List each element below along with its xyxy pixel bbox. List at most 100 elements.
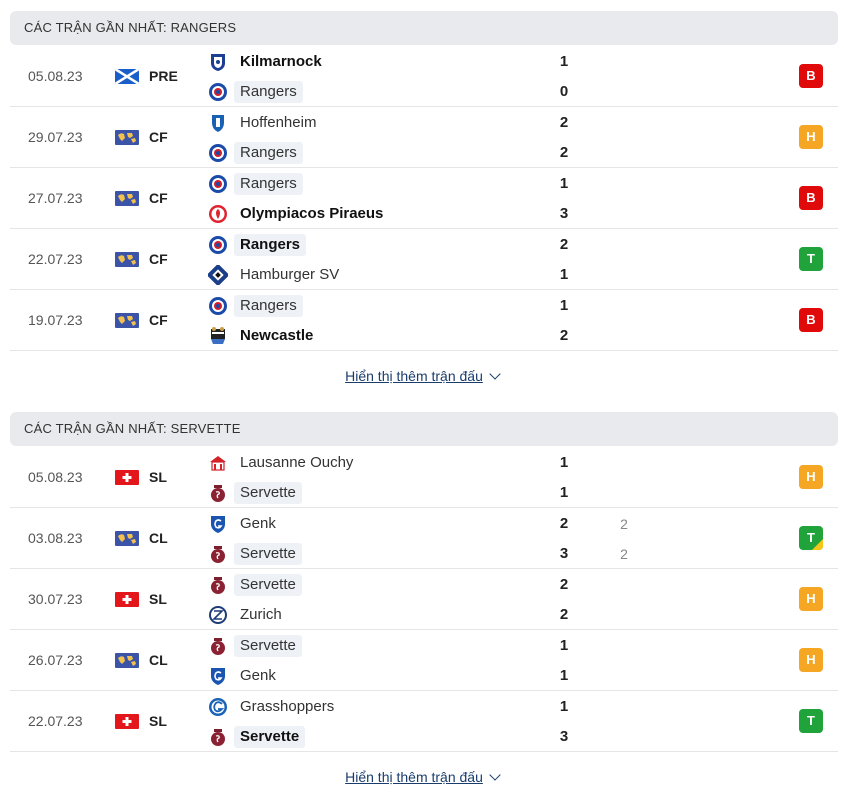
home-team-row: Hoffenheim 2 — [206, 108, 836, 138]
away-team-row: Rangers 2 — [206, 138, 836, 168]
match-row[interactable]: 19.07.23 CF Rangers 1 Newcastle 2 B — [10, 290, 838, 351]
world-flag-icon — [115, 130, 139, 145]
servette-logo-icon — [208, 636, 228, 656]
away-team-row: Servette 3 2 — [206, 539, 836, 569]
chevron-down-icon[interactable] — [489, 769, 501, 781]
home-team-name[interactable]: Hoffenheim — [234, 112, 322, 134]
away-team-name[interactable]: Rangers — [234, 142, 303, 164]
result-badge: B — [799, 186, 823, 210]
away-team-name[interactable]: Hamburger SV — [234, 264, 345, 286]
away-team-name[interactable]: Rangers — [234, 81, 303, 103]
result-badge-label: T — [807, 713, 815, 728]
away-score: 3 — [559, 545, 569, 562]
swiss-flag-icon — [115, 714, 139, 729]
away-team-row: Hamburger SV 1 — [206, 260, 836, 290]
swiss-flag-icon — [115, 592, 139, 607]
away-score: 1 — [559, 484, 569, 501]
result-badge-label: B — [806, 312, 816, 327]
servette-logo-icon — [208, 544, 228, 564]
home-team-name[interactable]: Genk — [234, 513, 282, 535]
home-score: 1 — [559, 698, 569, 715]
scotland-flag-icon — [115, 69, 139, 84]
match-date: 26.07.23 — [28, 652, 83, 668]
away-team-name[interactable]: Servette — [234, 482, 302, 504]
show-more-link[interactable]: Hiển thị thêm trận đấu — [345, 368, 483, 384]
away-team-row: Newcastle 2 — [206, 321, 836, 351]
result-badge-label: T — [807, 251, 815, 266]
show-more-row: Hiển thị thêm trận đấu — [0, 368, 844, 384]
away-team-row: Olympiacos Piraeus 3 — [206, 199, 836, 229]
match-row[interactable]: 27.07.23 CF Rangers 1 Olympiacos Piraeus 3 B — [10, 168, 838, 229]
away-team-name[interactable]: Genk — [234, 665, 282, 687]
home-team-name[interactable]: Rangers — [234, 295, 303, 317]
home-score: 2 — [559, 236, 569, 253]
result-badge: T — [799, 247, 823, 271]
away-team-row: Servette 1 — [206, 478, 836, 508]
match-date: 29.07.23 — [28, 129, 83, 145]
chevron-down-icon[interactable] — [489, 368, 501, 380]
away-team-name[interactable]: Zurich — [234, 604, 288, 626]
match-date: 03.08.23 — [28, 530, 83, 546]
zurich-logo-icon — [208, 605, 228, 625]
home-team-name[interactable]: Lausanne Ouchy — [234, 452, 359, 474]
home-team-name[interactable]: Servette — [234, 574, 302, 596]
match-row[interactable]: 26.07.23 CL Servette 1 Genk 1 H — [10, 630, 838, 691]
competition-code: CL — [149, 530, 168, 546]
home-team-name[interactable]: Grasshoppers — [234, 696, 340, 718]
match-date: 22.07.23 — [28, 713, 83, 729]
home-team-row: Lausanne Ouchy 1 — [206, 448, 836, 478]
match-row[interactable]: 03.08.23 CL Genk 2 2 Servette 3 2 T — [10, 508, 838, 569]
away-team-name[interactable]: Olympiacos Piraeus — [234, 203, 389, 225]
match-row[interactable]: 30.07.23 SL Servette 2 Zurich 2 H — [10, 569, 838, 630]
show-more-link[interactable]: Hiển thị thêm trận đấu — [345, 769, 483, 785]
away-team-name[interactable]: Servette — [234, 543, 302, 565]
world-flag-icon — [115, 531, 139, 546]
away-secondary-score: 2 — [620, 546, 628, 562]
result-badge: H — [799, 587, 823, 611]
result-badge: T — [799, 709, 823, 733]
match-row[interactable]: 29.07.23 CF Hoffenheim 2 Rangers 2 H — [10, 107, 838, 168]
hoffenheim-logo-icon — [208, 113, 228, 133]
away-score: 1 — [559, 266, 569, 283]
result-badge: B — [799, 64, 823, 88]
result-badge-label: B — [806, 190, 816, 205]
home-team-row: Genk 2 2 — [206, 509, 836, 539]
result-badge: B — [799, 308, 823, 332]
home-team-row: Rangers 1 — [206, 169, 836, 199]
match-row[interactable]: 22.07.23 SL Grasshoppers 1 Servette 3 T — [10, 691, 838, 752]
home-team-row: Servette 1 — [206, 631, 836, 661]
competition-code: PRE — [149, 68, 178, 84]
home-team-name[interactable]: Rangers — [234, 173, 303, 195]
match-row[interactable]: 22.07.23 CF Rangers 2 Hamburger SV 1 T — [10, 229, 838, 290]
section-header: CÁC TRẬN GẦN NHẤT: RANGERS — [10, 11, 838, 45]
world-flag-icon — [115, 313, 139, 328]
result-badge-label: B — [806, 68, 816, 83]
away-team-name[interactable]: Servette — [234, 726, 306, 748]
result-badge: H — [799, 125, 823, 149]
away-score: 0 — [559, 83, 569, 100]
kilmarnock-logo-icon — [208, 52, 228, 72]
world-flag-icon — [115, 191, 139, 206]
competition-code: SL — [149, 469, 167, 485]
home-team-name[interactable]: Rangers — [234, 234, 307, 256]
match-date: 30.07.23 — [28, 591, 83, 607]
competition-code: CL — [149, 652, 168, 668]
away-team-row: Genk 1 — [206, 661, 836, 691]
away-team-name[interactable]: Newcastle — [234, 325, 319, 347]
result-badge: H — [799, 465, 823, 489]
home-team-name[interactable]: Kilmarnock — [234, 51, 328, 73]
away-score: 3 — [559, 728, 569, 745]
competition-code: CF — [149, 312, 168, 328]
grasshoppers-logo-icon — [208, 697, 228, 717]
match-row[interactable]: 05.08.23 PRE Kilmarnock 1 Rangers 0 B — [10, 46, 838, 107]
match-row[interactable]: 05.08.23 SL Lausanne Ouchy 1 Servette 1 H — [10, 447, 838, 508]
hamburger-logo-icon — [206, 263, 230, 287]
home-team-row: Rangers 2 — [206, 230, 836, 260]
away-score: 2 — [559, 144, 569, 161]
home-team-name[interactable]: Servette — [234, 635, 302, 657]
result-corner-marker — [812, 539, 823, 550]
match-date: 19.07.23 — [28, 312, 83, 328]
lausanne-logo-icon — [208, 453, 228, 473]
result-badge-label: H — [806, 129, 816, 144]
servette-logo-icon — [208, 727, 228, 747]
